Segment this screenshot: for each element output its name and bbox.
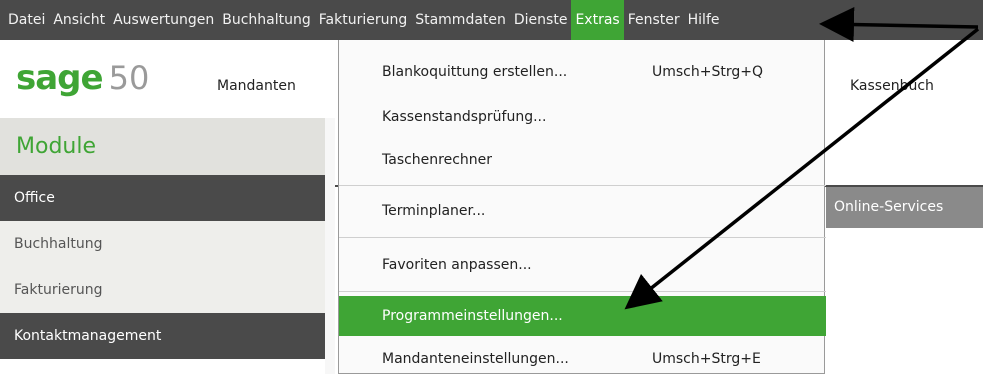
- module-header: Module: [0, 118, 325, 175]
- logo-brand: sage: [16, 58, 104, 98]
- menu-fenster[interactable]: Fenster: [624, 0, 684, 40]
- menu-auswertungen[interactable]: Auswertungen: [109, 0, 218, 40]
- sidebar-splitter[interactable]: [325, 118, 335, 374]
- sidebar-item-kontaktmanagement[interactable]: Kontaktmanagement: [0, 313, 325, 359]
- logo-number: 50: [108, 59, 150, 97]
- menu-item-taschenrechner[interactable]: Taschenrechner: [339, 140, 826, 180]
- sidebar-item-office[interactable]: Office: [0, 175, 325, 221]
- menu-separator: [339, 185, 826, 186]
- extras-dropdown-menu: Blankoquittung erstellen... Umsch+Strg+Q…: [338, 40, 826, 374]
- menu-item-mandanteneinstellungen[interactable]: Mandanteneinstellungen... Umsch+Strg+E: [339, 339, 826, 379]
- menu-item-label: Blankoquittung erstellen...: [382, 64, 568, 80]
- menu-fakturierung[interactable]: Fakturierung: [315, 0, 411, 40]
- tab-online-services[interactable]: Online-Services: [826, 187, 983, 228]
- menu-item-shortcut: Umsch+Strg+E: [652, 351, 761, 367]
- menu-hilfe[interactable]: Hilfe: [684, 0, 724, 40]
- menu-ansicht[interactable]: Ansicht: [49, 0, 109, 40]
- menu-item-label: Programmeinstellungen...: [382, 308, 563, 324]
- toolbar-mandanten[interactable]: Mandanten: [217, 78, 296, 94]
- toolbar-kassenbuch[interactable]: Kassenbuch: [850, 78, 934, 94]
- menu-dienste[interactable]: Dienste: [510, 0, 572, 40]
- menu-datei[interactable]: Datei: [0, 0, 49, 40]
- menu-item-label: Mandanteneinstellungen...: [382, 351, 569, 367]
- module-sidebar: Module Office Buchhaltung Fakturierung K…: [0, 118, 325, 374]
- menu-item-favoriten-anpassen[interactable]: Favoriten anpassen...: [339, 245, 826, 285]
- menu-separator: [339, 237, 826, 238]
- menu-bar: Datei Ansicht Auswertungen Buchhaltung F…: [0, 0, 983, 40]
- sidebar-item-buchhaltung[interactable]: Buchhaltung: [0, 221, 325, 267]
- sidebar-item-fakturierung[interactable]: Fakturierung: [0, 267, 325, 313]
- menu-separator: [339, 291, 826, 292]
- sage-logo: sage 50: [16, 58, 149, 98]
- menu-buchhaltung[interactable]: Buchhaltung: [218, 0, 315, 40]
- menu-item-label: Taschenrechner: [382, 152, 493, 168]
- menu-stammdaten[interactable]: Stammdaten: [411, 0, 510, 40]
- menu-item-blankoquittung[interactable]: Blankoquittung erstellen... Umsch+Strg+Q: [339, 52, 826, 92]
- menu-item-label: Kassenstandsprüfung...: [382, 109, 547, 125]
- menu-item-terminplaner[interactable]: Terminplaner...: [339, 191, 826, 231]
- menu-item-label: Favoriten anpassen...: [382, 257, 532, 273]
- menu-item-shortcut: Umsch+Strg+Q: [652, 64, 764, 80]
- menu-extras[interactable]: Extras: [571, 0, 624, 40]
- menu-item-kassenstandspruefung[interactable]: Kassenstandsprüfung...: [339, 97, 826, 137]
- menu-item-label: Terminplaner...: [382, 203, 486, 219]
- menu-item-programmeinstellungen[interactable]: Programmeinstellungen...: [339, 296, 826, 336]
